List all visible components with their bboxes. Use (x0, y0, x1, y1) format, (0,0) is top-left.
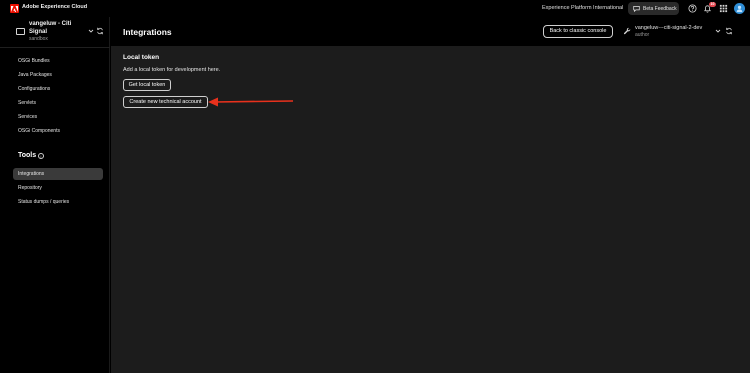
sidebar-item-status-dumps[interactable]: Status dumps / queries (18, 199, 69, 205)
context-subtitle: sandbox (29, 36, 48, 42)
annotation-arrow-icon (208, 97, 294, 107)
beta-feedback-button[interactable]: Beta Feedback (628, 2, 679, 15)
main-content: Integrations Back to classic console van… (111, 17, 750, 373)
page-title: Integrations (123, 27, 172, 37)
environment-refresh-icon[interactable] (725, 27, 733, 35)
sidebar-item-servlets[interactable]: Servlets (18, 100, 36, 106)
section-description: Add a local token for development here. (123, 67, 221, 73)
beta-feedback-label: Beta Feedback (643, 5, 677, 12)
sidebar-item-services[interactable]: Services (18, 114, 37, 120)
org-switcher[interactable]: Experience Platform International (542, 5, 623, 11)
environment-role: author (635, 32, 650, 38)
sidebar-item-integrations-label: Integrations (18, 171, 45, 177)
info-icon[interactable]: i (38, 153, 44, 159)
main-header: Integrations Back to classic console van… (111, 17, 750, 46)
sidebar-item-configurations[interactable]: Configurations (18, 86, 50, 92)
environment-name[interactable]: vangeluw---citi-signal-2-dev (635, 25, 702, 31)
user-avatar[interactable] (734, 3, 745, 14)
feedback-icon (633, 6, 640, 12)
sidebar-item-osgi-bundles[interactable]: OSGi Bundles (18, 58, 50, 64)
app-switcher-grid-icon[interactable] (719, 4, 728, 13)
tools-heading: Tools (18, 152, 37, 159)
sidebar (0, 17, 110, 373)
environment-icon (16, 28, 25, 35)
section-title: Local token (123, 54, 160, 61)
adobe-logo-icon[interactable] (10, 4, 19, 13)
sidebar-item-osgi-components[interactable]: OSGi Components (18, 128, 60, 134)
sidebar-item-java-packages[interactable]: Java Packages (18, 72, 52, 78)
wrench-icon (623, 27, 631, 35)
chevron-down-icon[interactable] (88, 28, 94, 34)
get-local-token-button[interactable]: Get local token (123, 79, 171, 91)
sidebar-item-repository[interactable]: Repository (18, 185, 42, 191)
back-to-classic-console-button[interactable]: Back to classic console (543, 25, 613, 38)
user-avatar-icon (736, 5, 743, 13)
sidebar-divider (0, 47, 110, 48)
environment-chevron-down-icon[interactable] (715, 28, 721, 34)
refresh-icon[interactable] (96, 27, 104, 35)
notification-count-badge: 10 (709, 2, 716, 7)
app-title[interactable]: Adobe Experience Cloud (22, 4, 87, 10)
create-technical-account-button[interactable]: Create new technical account (123, 96, 208, 108)
top-bar: Adobe Experience Cloud Experience Platfo… (0, 0, 750, 17)
context-name[interactable]: vangeluw - Citi Signal (29, 21, 84, 36)
help-icon[interactable] (688, 4, 697, 13)
